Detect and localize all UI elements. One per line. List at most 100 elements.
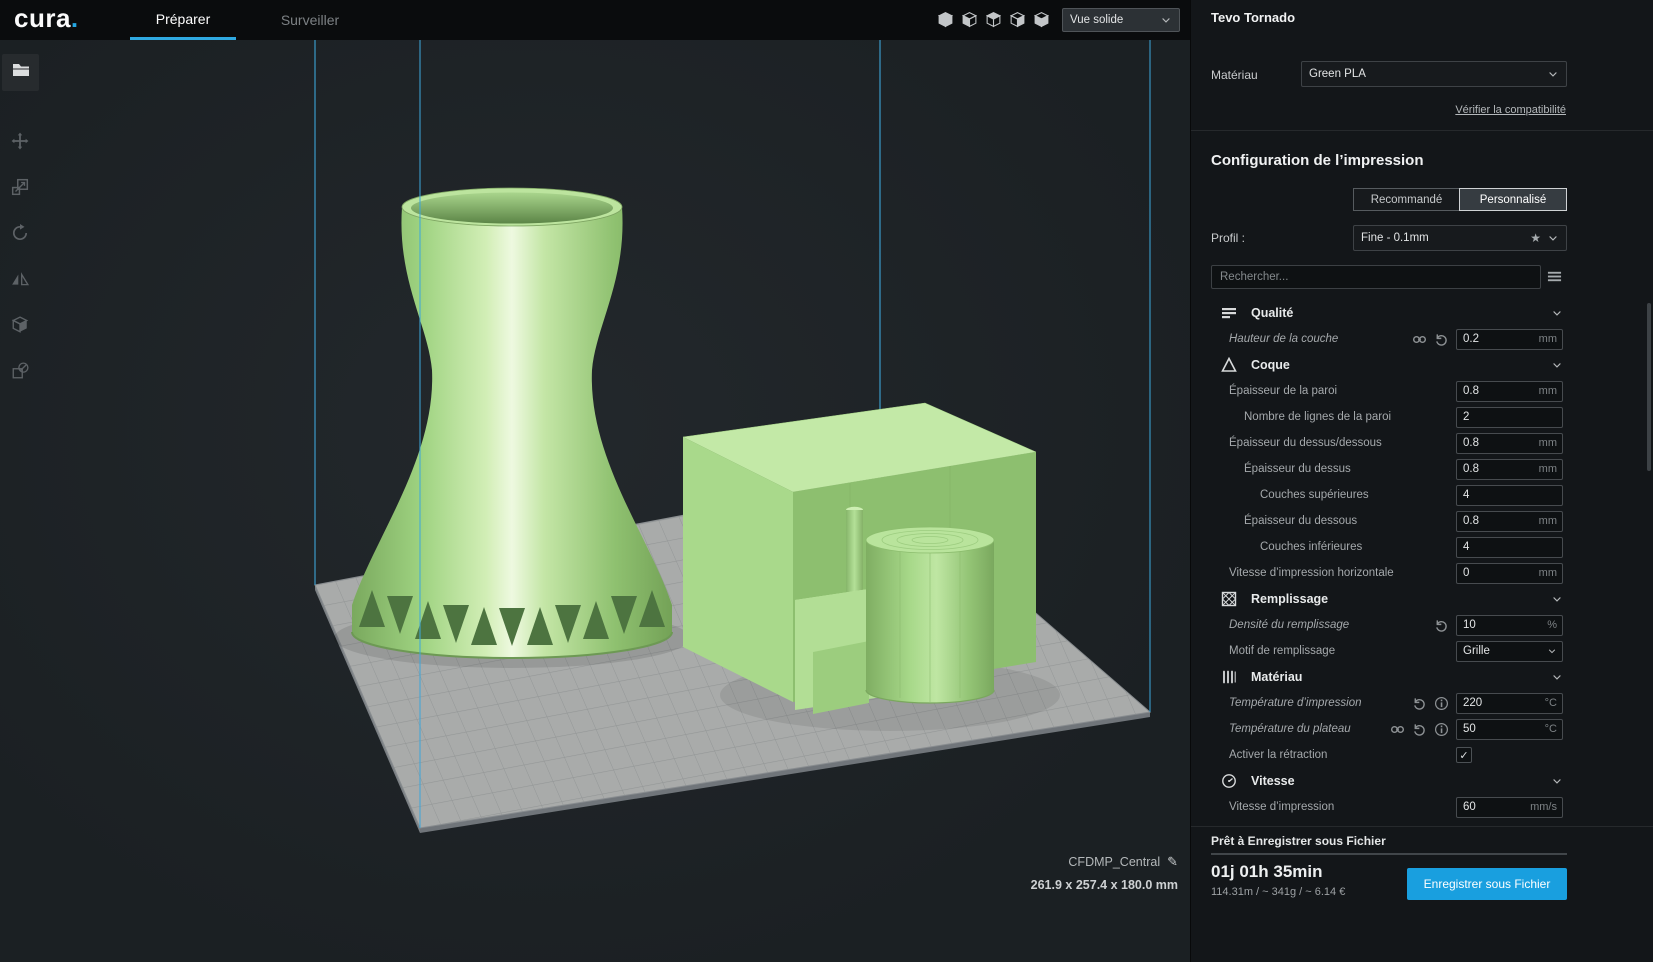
model-name-row[interactable]: CFDMP_Central ✎ (1068, 854, 1178, 870)
settings-scrollbar[interactable] (1647, 303, 1651, 471)
view-mode-dropdown[interactable]: Vue solide (1062, 8, 1180, 32)
setting-label: Densité du remplissage (1229, 619, 1350, 631)
info-icon[interactable] (1434, 696, 1449, 711)
setting-label: Température du plateau (1229, 723, 1351, 735)
profile-dropdown[interactable]: Fine - 0.1mm ★ (1353, 225, 1567, 251)
profile-value: Fine - 0.1mm (1361, 232, 1429, 244)
setting-print-speed: Vitesse d’impression 60 mm/s (1191, 794, 1653, 820)
top-bottom-thickness-input[interactable]: 0.8 mm (1456, 432, 1563, 454)
divider (1191, 826, 1653, 827)
revert-icon[interactable] (1434, 618, 1449, 633)
mode-custom-button[interactable]: Personnalisé (1459, 188, 1567, 211)
save-to-file-button[interactable]: Enregistrer sous Fichier (1407, 868, 1567, 900)
setting-label: Vitesse d’impression horizontale (1229, 567, 1394, 579)
enable-retraction-checkbox[interactable]: ✓ (1456, 747, 1472, 763)
print-speed-input[interactable]: 60 mm/s (1456, 796, 1563, 818)
star-icon[interactable]: ★ (1530, 231, 1541, 245)
tab-surveiller-label: Surveiller (280, 12, 340, 28)
layer-height-input[interactable]: 0.2 mm (1456, 328, 1563, 350)
view-3d-icon[interactable] (937, 11, 955, 29)
category-shell[interactable]: Coque (1191, 352, 1653, 378)
setting-top-bottom-thickness: Épaisseur du dessus/dessous 0.8 mm (1191, 430, 1653, 456)
settings-search-input[interactable] (1211, 265, 1541, 289)
rename-pencil-icon[interactable]: ✎ (1167, 854, 1178, 870)
top-layers-input[interactable]: 4 (1456, 484, 1563, 506)
wall-line-count-input[interactable]: 2 (1456, 406, 1563, 428)
view-right-icon[interactable] (1033, 11, 1051, 29)
quality-icon (1221, 305, 1238, 321)
profile-label: Profil : (1211, 231, 1246, 245)
revert-icon[interactable] (1412, 722, 1427, 737)
chevron-down-icon (1547, 68, 1559, 80)
category-label: Coque (1251, 358, 1290, 372)
infill-pattern-dropdown[interactable]: Grille (1456, 640, 1563, 662)
category-label: Vitesse (1251, 774, 1295, 788)
left-toolbar (0, 40, 40, 962)
material-dropdown[interactable]: Green PLA (1301, 61, 1567, 87)
check-compatibility-link[interactable]: Vérifier la compatibilité (1455, 104, 1566, 116)
shell-icon (1221, 357, 1238, 373)
category-label: Matériau (1251, 670, 1303, 684)
view-left-icon[interactable] (1009, 11, 1027, 29)
setting-label: Couches inférieures (1260, 541, 1363, 553)
category-speed[interactable]: Vitesse (1191, 768, 1653, 794)
bottom-thickness-input[interactable]: 0.8 mm (1456, 510, 1563, 532)
setting-top-thickness: Épaisseur du dessus 0.8 mm (1191, 456, 1653, 482)
category-infill[interactable]: Remplissage (1191, 586, 1653, 612)
category-label: Qualité (1251, 306, 1294, 320)
view-top-icon[interactable] (985, 11, 1003, 29)
bottom-layers-input[interactable]: 4 (1456, 536, 1563, 558)
setting-printing-temperature: Température d’impression 220 °C (1191, 690, 1653, 716)
setting-label: Activer la rétraction (1229, 749, 1328, 761)
view-front-icon[interactable] (961, 11, 979, 29)
settings-menu-icon[interactable] (1547, 269, 1562, 289)
material-icon (1221, 669, 1238, 685)
setting-label: Épaisseur de la paroi (1229, 385, 1338, 397)
print-settings-sidebar: Tevo Tornado Matériau Green PLA Vérifier… (1190, 0, 1653, 962)
category-material[interactable]: Matériau (1191, 664, 1653, 690)
link-icon[interactable] (1390, 722, 1405, 737)
scale-tool[interactable] (0, 164, 40, 210)
horizontal-expansion-input[interactable]: 0 mm (1456, 562, 1563, 584)
infill-icon (1221, 591, 1238, 607)
category-quality[interactable]: Qualité (1191, 300, 1653, 326)
setting-wall-line-count: Nombre de lignes de la paroi 2 (1191, 404, 1653, 430)
mirror-tool[interactable] (0, 256, 40, 302)
progress-bar (1211, 853, 1567, 855)
printing-temperature-input[interactable]: 220 °C (1456, 692, 1563, 714)
chevron-down-icon (1551, 593, 1563, 605)
divider (1191, 130, 1653, 131)
setting-bottom-thickness: Épaisseur du dessous 0.8 mm (1191, 508, 1653, 534)
mode-recommended-button[interactable]: Recommandé (1353, 188, 1460, 211)
revert-icon[interactable] (1434, 332, 1449, 347)
category-label: Remplissage (1251, 592, 1329, 606)
setting-wall-thickness: Épaisseur de la paroi 0.8 mm (1191, 378, 1653, 404)
link-icon[interactable] (1412, 332, 1427, 347)
print-setup-title: Configuration de l’impression (1211, 152, 1424, 169)
speed-icon (1221, 773, 1238, 789)
chevron-down-icon (1551, 359, 1563, 371)
tab-preparer[interactable]: Préparer (130, 0, 236, 40)
viewport-3d[interactable]: CFDMP_Central ✎ 261.9 x 257.4 x 180.0 mm (0, 40, 1190, 962)
infill-density-input[interactable]: 10% (1456, 614, 1563, 636)
move-tool[interactable] (0, 118, 40, 164)
build-plate-temperature-input[interactable]: 50 °C (1456, 718, 1563, 740)
info-icon[interactable] (1434, 722, 1449, 737)
setting-bottom-layers: Couches inférieures 4 (1191, 534, 1653, 560)
cura-logo: cura. (14, 3, 79, 33)
logo-dot: . (70, 3, 79, 33)
top-thickness-input[interactable]: 0.8 mm (1456, 458, 1563, 480)
revert-icon[interactable] (1412, 696, 1427, 711)
open-file-button[interactable] (2, 54, 39, 91)
wall-thickness-input[interactable]: 0.8 mm (1456, 380, 1563, 402)
build-scene (314, 40, 1152, 833)
left-toolbar-tools (0, 118, 40, 394)
per-model-settings-tool[interactable] (0, 302, 40, 348)
setting-horizontal-expansion: Vitesse d’impression horizontale 0 mm (1191, 560, 1653, 586)
open-file-icon (11, 60, 31, 85)
tab-surveiller[interactable]: Surveiller (262, 0, 358, 40)
cooling-tower-model[interactable] (351, 187, 673, 659)
support-blocker-tool[interactable] (0, 348, 40, 394)
rotate-tool[interactable] (0, 210, 40, 256)
reactor-building-model[interactable] (682, 402, 1037, 714)
